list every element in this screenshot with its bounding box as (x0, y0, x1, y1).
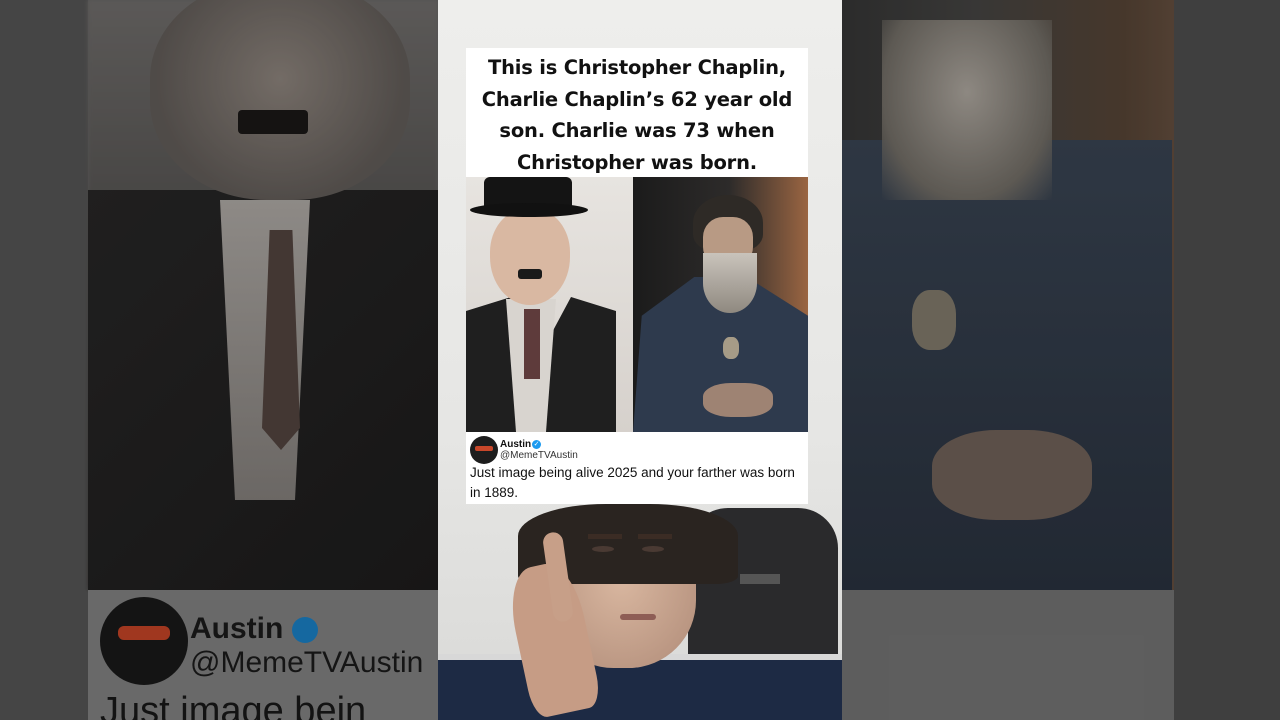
tweet-author-name[interactable]: Austin (500, 439, 531, 450)
eyebrow-right (638, 534, 672, 539)
eye-left (592, 546, 614, 552)
eye-right (642, 546, 664, 552)
video-frame: This is Christopher Chaplin, Charlie Cha… (438, 0, 842, 720)
background-left-panel: Austin @MemeTVAustin Just image bein (0, 0, 438, 720)
eyebrow-left (588, 534, 622, 539)
tweet-text: Just image being alive 2025 and your far… (470, 465, 795, 500)
background-shade-right (842, 0, 1280, 720)
verified-badge-icon: ✓ (532, 440, 541, 449)
mustache (518, 269, 542, 279)
tie (524, 309, 540, 379)
meme-card: This is Christopher Chaplin, Charlie Cha… (466, 48, 808, 504)
mouth (620, 614, 656, 620)
face (490, 209, 570, 305)
reaction-person (438, 504, 842, 720)
hands (703, 383, 773, 417)
photo-charlie-chaplin (466, 177, 633, 432)
chair-logo (740, 574, 780, 584)
pendant (723, 337, 739, 359)
photo-christopher-chaplin (633, 177, 808, 432)
beard (703, 253, 757, 313)
tweet-author-handle[interactable]: @MemeTVAustin (500, 450, 578, 461)
background-shade (0, 0, 438, 720)
background-right-panel (842, 0, 1280, 720)
avatar[interactable] (470, 436, 498, 464)
avatar-glasses (475, 446, 493, 451)
hat-brim (470, 203, 588, 217)
meme-headline: This is Christopher Chaplin, Charlie Cha… (481, 56, 793, 174)
tweet: Austin ✓ @MemeTVAustin Just image being … (466, 432, 808, 504)
